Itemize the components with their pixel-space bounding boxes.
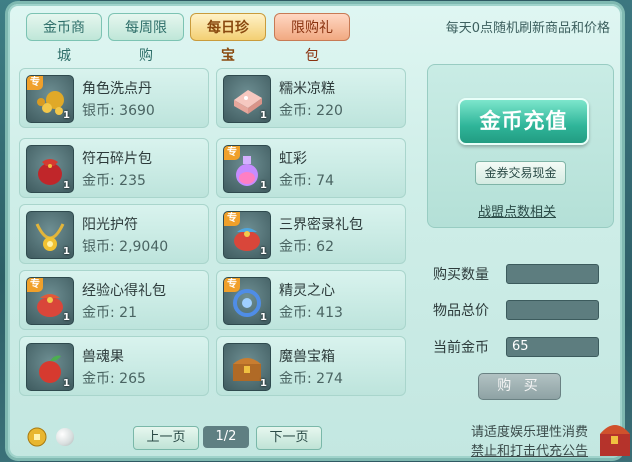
quantity-input[interactable] xyxy=(506,264,599,284)
item-quantity: 1 xyxy=(260,246,267,257)
item-name: 阳光护符 xyxy=(82,217,138,233)
current-gold-field: 65 xyxy=(506,337,599,357)
item-card[interactable]: 1 兽魂果 金币: 265 xyxy=(19,336,209,396)
item-price: 金币: 413 xyxy=(279,305,343,321)
item-card[interactable]: 专 1 经验心得礼包 金币: 21 xyxy=(19,270,209,330)
item-price: 金币: 220 xyxy=(279,103,343,119)
item-name: 虹彩 xyxy=(279,151,307,167)
item-quantity: 1 xyxy=(260,110,267,121)
silver-coin-icon[interactable] xyxy=(56,428,74,446)
page-indicator: 1/2 xyxy=(203,426,249,448)
buy-button[interactable]: 购 买 xyxy=(478,373,561,400)
item-card[interactable]: 1 糯米凉糕 金币: 220 xyxy=(216,68,406,128)
item-quantity: 1 xyxy=(63,180,70,191)
prev-page-button[interactable]: 上一页 xyxy=(133,426,199,450)
current-gold-label: 当前金币 xyxy=(433,340,489,356)
gold-coin-icon[interactable] xyxy=(27,427,47,447)
tab-weekly-limit[interactable]: 每周限购 xyxy=(108,13,184,64)
sun-necklace-icon: 1 xyxy=(26,211,74,259)
recharge-box: 金币充值 金券交易现金 战盟点数相关 xyxy=(427,64,614,228)
responsible-gaming-text: 请适度娱乐理性消费 xyxy=(470,425,588,440)
anti-recharge-notice-link[interactable]: 禁止和打击代充公告 xyxy=(471,440,588,459)
item-price: 金币: 265 xyxy=(82,371,146,387)
gift-pouch-icon: 专 1 xyxy=(223,211,271,259)
exclusive-badge: 专 xyxy=(224,146,240,160)
item-grid: 专 1 角色洗点丹 银币: 3690 1 糯米凉糕 金币: 220 1 符石碎片… xyxy=(19,68,409,410)
item-quantity: 1 xyxy=(63,246,70,257)
item-price: 金币: 21 xyxy=(82,305,137,321)
item-name: 角色洗点丹 xyxy=(82,81,152,97)
item-price: 银币: 3690 xyxy=(82,103,155,119)
tab-daily-treasure[interactable]: 每日珍宝 xyxy=(190,13,266,64)
potion-bottle-icon: 专 1 xyxy=(223,145,271,193)
item-quantity: 1 xyxy=(260,378,267,389)
item-name: 兽魂果 xyxy=(82,349,124,365)
exclusive-badge: 专 xyxy=(27,76,43,90)
item-price: 金币: 235 xyxy=(82,173,146,189)
item-card[interactable]: 专 1 虹彩 金币: 74 xyxy=(216,138,406,198)
gift-pouch-icon: 专 1 xyxy=(26,277,74,325)
exclusive-badge: 专 xyxy=(27,278,43,292)
item-quantity: 1 xyxy=(260,312,267,323)
item-name: 符石碎片包 xyxy=(82,151,152,167)
item-price: 金币: 274 xyxy=(279,371,343,387)
total-price-field xyxy=(506,300,599,320)
treasure-chest-icon: 1 xyxy=(223,343,271,391)
gold-pills-icon: 专 1 xyxy=(26,75,74,123)
tab-gold-mall[interactable]: 金币商城 xyxy=(26,13,102,64)
item-name: 精灵之心 xyxy=(279,283,335,299)
spirit-heart-icon: 专 1 xyxy=(223,277,271,325)
item-name: 经验心得礼包 xyxy=(82,283,166,299)
item-quantity: 1 xyxy=(63,110,70,121)
item-quantity: 1 xyxy=(260,180,267,191)
item-price: 银币: 2,9040 xyxy=(82,239,169,255)
item-quantity: 1 xyxy=(63,312,70,323)
item-card[interactable]: 1 魔兽宝箱 金币: 274 xyxy=(216,336,406,396)
current-gold-value: 65 xyxy=(512,339,529,354)
item-card[interactable]: 专 1 三界密录礼包 金币: 62 xyxy=(216,204,406,264)
next-page-button[interactable]: 下一页 xyxy=(256,426,322,450)
item-quantity: 1 xyxy=(63,378,70,389)
item-name: 糯米凉糕 xyxy=(279,81,335,97)
quantity-label: 购买数量 xyxy=(433,267,489,283)
item-price: 金币: 62 xyxy=(279,239,334,255)
gold-recharge-button[interactable]: 金币充值 xyxy=(458,98,589,145)
exclusive-badge: 专 xyxy=(224,278,240,292)
rice-cake-icon: 1 xyxy=(223,75,271,123)
coupon-exchange-button[interactable]: 金券交易现金 xyxy=(475,161,566,185)
tab-limited-gift[interactable]: 限购礼包 xyxy=(274,13,350,64)
item-name: 魔兽宝箱 xyxy=(279,349,335,365)
item-name: 三界密录礼包 xyxy=(279,217,363,233)
item-price: 金币: 74 xyxy=(279,173,334,189)
item-card[interactable]: 1 阳光护符 银币: 2,9040 xyxy=(19,204,209,264)
item-card[interactable]: 1 符石碎片包 金币: 235 xyxy=(19,138,209,198)
treasure-chest-icon[interactable] xyxy=(596,410,632,462)
alliance-points-link[interactable]: 战盟点数相关 xyxy=(478,201,556,220)
item-card[interactable]: 专 1 精灵之心 金币: 413 xyxy=(216,270,406,330)
beast-fruit-icon: 1 xyxy=(26,343,74,391)
total-price-label: 物品总价 xyxy=(433,303,489,319)
item-card[interactable]: 专 1 角色洗点丹 银币: 3690 xyxy=(19,68,209,128)
refresh-notice: 每天0点随机刷新商品和价格 xyxy=(445,21,610,36)
red-pouch-icon: 1 xyxy=(26,145,74,193)
exclusive-badge: 专 xyxy=(224,212,240,226)
